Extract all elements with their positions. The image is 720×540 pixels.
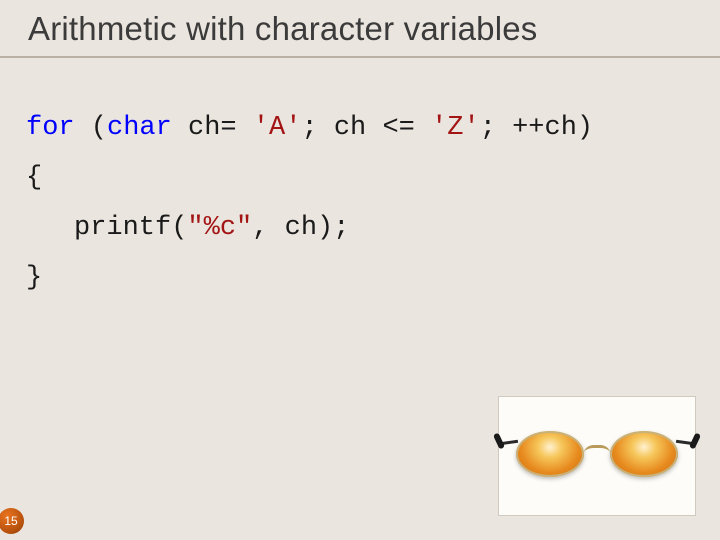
code-block: for (char ch= 'A'; ch <= 'Z'; ++ch) { pr…	[0, 58, 720, 304]
lens-left	[516, 431, 584, 477]
keyword-for: for	[26, 113, 75, 143]
lens-right	[610, 431, 678, 477]
code-line-1: for (char ch= 'A'; ch <= 'Z'; ++ch)	[26, 104, 694, 154]
code-text: ; ch <=	[301, 113, 431, 143]
code-text: (	[75, 113, 107, 143]
slide-title: Arithmetic with character variables	[28, 10, 720, 48]
bridge	[584, 445, 610, 456]
code-text: ; ++ch)	[480, 113, 593, 143]
char-literal-A: 'A'	[253, 113, 302, 143]
slide-title-wrap: Arithmetic with character variables	[0, 0, 720, 58]
code-text: ch=	[172, 113, 253, 143]
code-line-2: {	[26, 154, 694, 204]
temple-tip-right	[689, 432, 701, 449]
page-number-badge: 15	[0, 508, 24, 534]
code-line-3: printf("%c", ch);	[26, 204, 694, 254]
decorative-image	[498, 396, 696, 516]
keyword-char: char	[107, 113, 172, 143]
code-text: printf(	[74, 213, 187, 243]
char-literal-Z: 'Z'	[431, 113, 480, 143]
code-text: , ch);	[252, 213, 349, 243]
code-line-4: }	[26, 254, 694, 304]
string-literal-fmt: "%c"	[187, 213, 252, 243]
sunglasses-icon	[512, 421, 682, 491]
